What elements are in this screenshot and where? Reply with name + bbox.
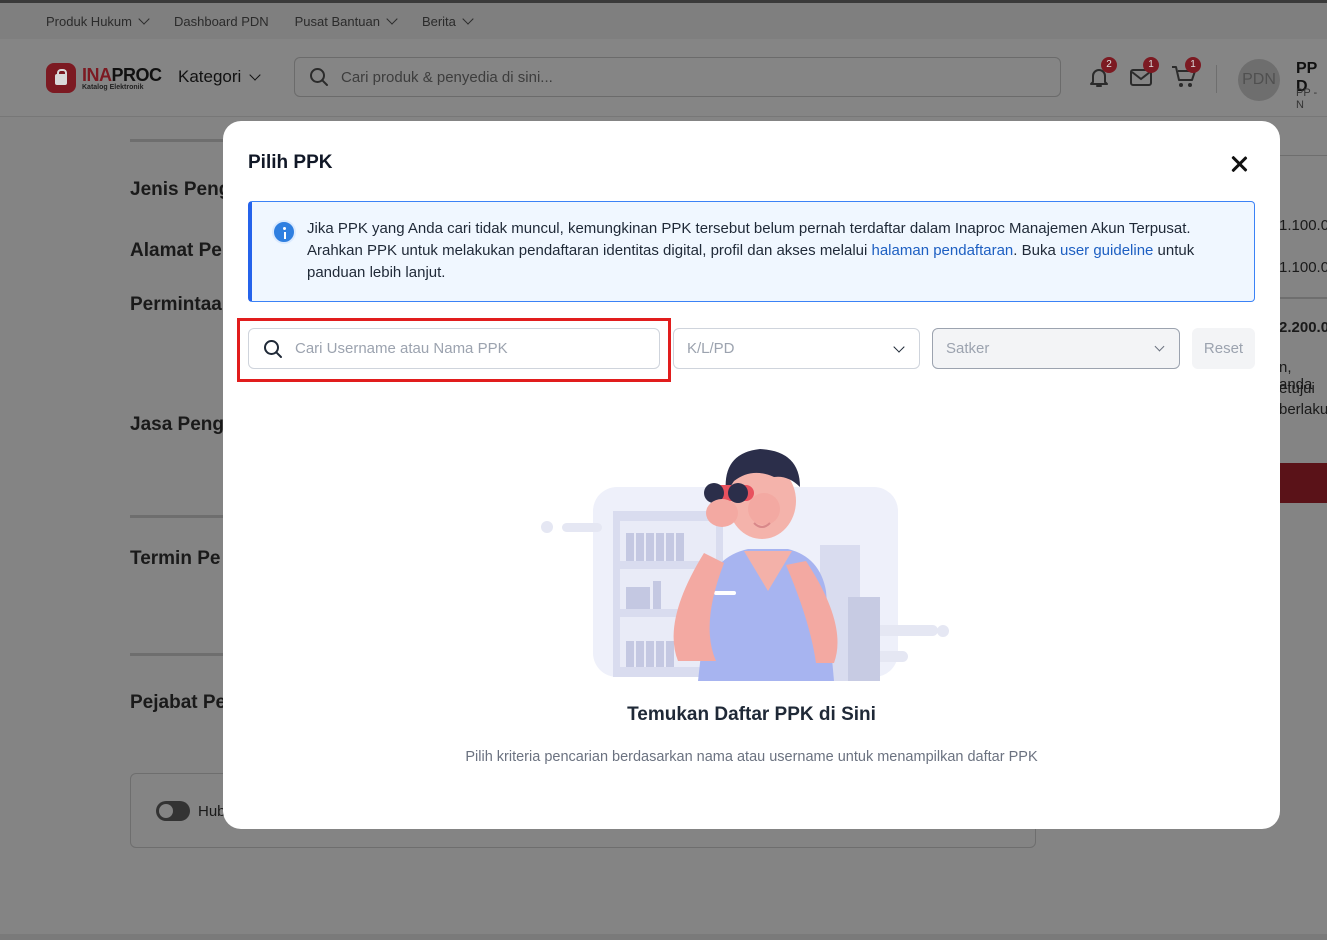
nav-label: Pusat Bantuan	[294, 13, 380, 29]
info-alert: Jika PPK yang Anda cari tidak muncul, ke…	[248, 201, 1255, 302]
kategori-dropdown[interactable]: Kategori	[178, 67, 261, 87]
info-text: Jika PPK yang Anda cari tidak muncul, ke…	[307, 218, 1247, 284]
empty-state-description: Pilih kriteria pencarian berdasarkan nam…	[465, 749, 1038, 765]
top-navigation: Produk Hukum Dashboard PDN Pusat Bantuan…	[0, 3, 1327, 39]
logo-subtitle: Katalog Elektronik	[82, 83, 144, 91]
section-heading: Termin Pe	[130, 548, 221, 569]
chevron-down-icon	[893, 340, 905, 353]
chevron-down-icon	[386, 13, 398, 25]
nav-dashboard-pdn[interactable]: Dashboard PDN	[174, 14, 269, 29]
summary-value: 1.100.0	[1279, 259, 1327, 276]
section-heading: Permintaa	[130, 294, 222, 315]
mail-badge: 1	[1143, 57, 1159, 73]
pilih-ppk-modal: Pilih PPK Jika PPK yang Anda cari tidak …	[223, 121, 1280, 829]
section-divider	[130, 139, 230, 142]
registration-page-link[interactable]: halaman pendaftaran	[872, 242, 1014, 259]
ppk-search-input[interactable]: Cari Username atau Nama PPK	[248, 328, 660, 369]
inaproc-logo[interactable]: INAPROC Katalog Elektronik	[46, 63, 162, 93]
satker-select[interactable]: Satker	[932, 328, 1180, 369]
search-icon	[310, 68, 328, 86]
search-placeholder: Cari produk & penyedia di sini...	[341, 68, 553, 86]
reset-button[interactable]: Reset	[1192, 328, 1255, 369]
nav-label: Produk Hukum	[46, 13, 132, 29]
header-divider	[1216, 65, 1217, 93]
info-text-part: . Buka	[1013, 242, 1060, 259]
search-icon	[264, 339, 282, 358]
chevron-down-icon	[462, 13, 474, 25]
bottom-strip	[0, 934, 1327, 940]
mail-icon[interactable]: 1	[1129, 57, 1159, 89]
chevron-down-icon	[249, 69, 261, 81]
modal-title: Pilih PPK	[248, 152, 333, 173]
summary-total: 2.200.0	[1279, 319, 1327, 336]
cart-icon[interactable]: 1	[1171, 57, 1201, 89]
empty-state-title: Temukan Daftar PPK di Sini	[627, 704, 876, 725]
search-placeholder: Cari Username atau Nama PPK	[295, 340, 508, 357]
info-icon	[272, 220, 296, 244]
section-heading: Jenis Peng	[130, 179, 231, 200]
user-role: PP - N	[1296, 87, 1318, 111]
toggle-label: Hub	[198, 803, 226, 820]
user-guideline-link[interactable]: user guideline	[1060, 242, 1153, 259]
klpd-select[interactable]: K/L/PD	[673, 328, 920, 369]
chevron-down-icon	[1154, 341, 1165, 352]
shopping-bag-icon	[46, 63, 76, 93]
chevron-down-icon	[138, 13, 150, 25]
avatar[interactable]: PDN	[1238, 59, 1280, 101]
section-heading: Pejabat Pe	[130, 692, 227, 713]
summary-value: 1.100.0	[1279, 217, 1327, 234]
section-heading: Jasa Pengi	[130, 414, 230, 435]
section-divider	[130, 653, 230, 656]
section-heading: Alamat Pe	[130, 240, 222, 261]
notification-bell-icon[interactable]: 2	[1087, 57, 1117, 89]
nav-pusat-bantuan[interactable]: Pusat Bantuan	[294, 13, 398, 29]
site-header: INAPROC Katalog Elektronik Kategori Cari…	[0, 39, 1327, 117]
notification-badge: 2	[1101, 57, 1117, 73]
satker-placeholder: Satker	[946, 340, 990, 357]
section-divider	[130, 515, 230, 518]
nav-berita[interactable]: Berita	[421, 13, 474, 29]
nav-label: Dashboard PDN	[173, 13, 269, 29]
close-icon[interactable]	[1227, 152, 1251, 176]
logo-name: INAPROC	[82, 64, 162, 85]
nav-produk-hukum[interactable]: Produk Hukum	[46, 13, 150, 29]
hub-toggle[interactable]	[156, 801, 190, 821]
submit-order-button[interactable]	[1272, 463, 1327, 503]
product-search-input[interactable]: Cari produk & penyedia di sini...	[294, 57, 1061, 97]
nav-label: Berita	[421, 13, 456, 29]
binoculars-illustration	[541, 449, 949, 681]
summary-divider	[1272, 297, 1327, 299]
cart-badge: 1	[1185, 57, 1201, 73]
klpd-placeholder: K/L/PD	[687, 340, 735, 357]
kategori-label: Kategori	[178, 67, 242, 86]
summary-note: etujui	[1279, 380, 1315, 397]
summary-note: berlaku	[1279, 401, 1327, 418]
